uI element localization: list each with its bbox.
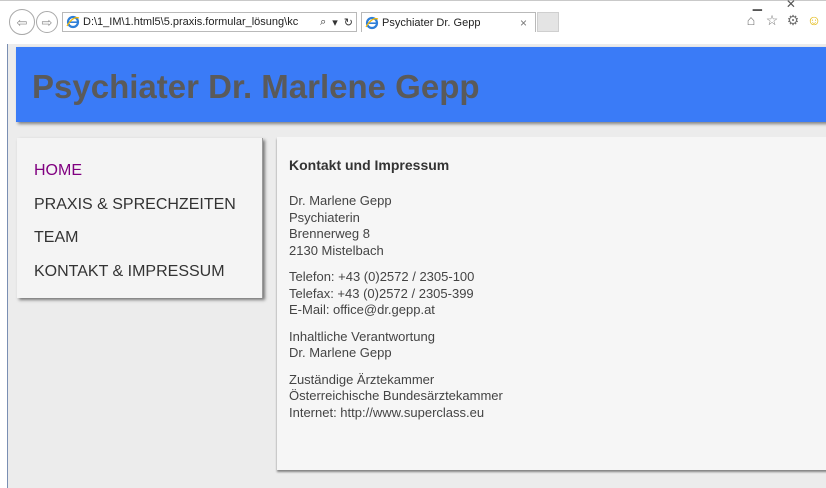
nav-list: HOME PRAXIS & SPRECHZEITEN TEAM KONTAKT …: [34, 161, 236, 295]
new-tab-button[interactable]: [537, 12, 559, 32]
nav-item-kontakt-impressum[interactable]: KONTAKT & IMPRESSUM: [34, 262, 236, 296]
responsibility-label: Inhaltliche Verantwortung: [289, 328, 435, 344]
back-arrow-icon: ⇦: [16, 15, 28, 30]
responsibility-block: Inhaltliche Verantwortung Dr. Marlene Ge…: [289, 329, 789, 362]
fax-number: Telefax: +43 (0)2572 / 2305-399: [289, 285, 474, 301]
tab-psychiater[interactable]: Psychiater Dr. Gepp ×: [361, 12, 536, 32]
page-viewport: Psychiater Dr. Marlene Gepp HOME PRAXIS …: [7, 44, 826, 488]
street: Brennerweg 8: [289, 226, 370, 241]
content-heading: Kontakt und Impressum: [289, 157, 450, 173]
main-navigation: HOME PRAXIS & SPRECHZEITEN TEAM KONTAKT …: [17, 138, 263, 298]
phone-number: Telefon: +43 (0)2572 / 2305-100: [289, 269, 475, 284]
internet-explorer-icon: [66, 15, 80, 29]
home-icon[interactable]: ⌂: [743, 12, 759, 28]
email-address: E-Mail: office@dr.gepp.at: [289, 302, 435, 317]
smiley-feedback-icon[interactable]: ☺: [806, 12, 822, 28]
settings-gear-icon[interactable]: ⚙: [785, 12, 801, 28]
nav-item-praxis-sprechzeiten[interactable]: PRAXIS & SPRECHZEITEN: [34, 195, 236, 229]
site-title: Psychiater Dr. Marlene Gepp: [32, 68, 480, 105]
nav-item-team[interactable]: TEAM: [34, 228, 236, 262]
chamber-name: Österreichische Bundesärztekammer: [289, 388, 503, 403]
nav-item-home[interactable]: HOME: [34, 161, 236, 195]
window-controls[interactable]: ▁✕: [753, 0, 820, 11]
tab-favicon-icon: [365, 16, 379, 29]
refresh-icon[interactable]: ↻: [344, 16, 353, 29]
content-panel: Kontakt und Impressum Dr. Marlene Gepp P…: [277, 137, 826, 470]
address-text: D:\1_IM\1.html5\5.praxis.formular_lösung…: [83, 16, 299, 28]
toolbar-icons: ⌂ ☆ ⚙ ☺: [743, 12, 822, 28]
city: 2130 Mistelbach: [289, 242, 384, 258]
forward-button[interactable]: ⇨: [36, 11, 58, 33]
forward-arrow-icon: ⇨: [41, 15, 53, 30]
close-tab-icon[interactable]: ×: [520, 16, 527, 30]
content-blocks: Dr. Marlene Gepp Psychiaterin Brennerweg…: [289, 193, 789, 431]
chamber-internet: Internet: http://www.superclass.eu: [289, 404, 485, 420]
doctor-name: Dr. Marlene Gepp: [289, 193, 392, 208]
profession: Psychiaterin: [289, 209, 360, 225]
address-block: Dr. Marlene Gepp Psychiaterin Brennerweg…: [289, 193, 789, 259]
back-button[interactable]: ⇦: [9, 9, 35, 35]
site-header: Psychiater Dr. Marlene Gepp: [16, 47, 826, 122]
search-icon[interactable]: ⌕: [320, 16, 326, 29]
favorites-star-icon[interactable]: ☆: [764, 12, 780, 28]
address-dropdown-icon[interactable]: ▾: [332, 16, 338, 29]
tab-title: Psychiater Dr. Gepp: [382, 16, 481, 29]
chamber-label: Zuständige Ärztekammer: [289, 371, 435, 387]
contact-block: Telefon: +43 (0)2572 / 2305-100 Telefax:…: [289, 269, 789, 319]
chamber-block: Zuständige Ärztekammer Österreichische B…: [289, 372, 789, 422]
address-bar[interactable]: D:\1_IM\1.html5\5.praxis.formular_lösung…: [62, 12, 357, 32]
browser-chrome: ▁✕ ⇦ ⇨ D:\1_IM\1.html5\5.praxis.formular…: [0, 0, 826, 45]
responsibility-name: Dr. Marlene Gepp: [289, 345, 392, 360]
